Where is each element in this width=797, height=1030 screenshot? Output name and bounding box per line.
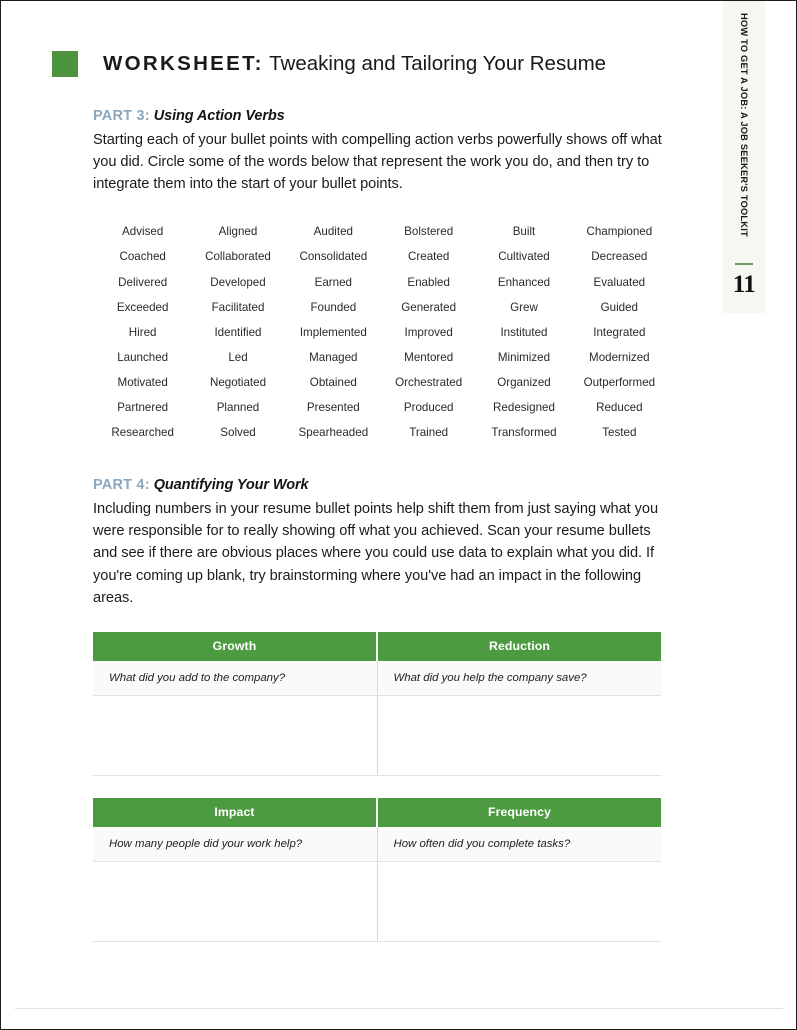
part-3-section: PART 3: Using Action Verbs Starting each… xyxy=(93,107,663,445)
page-number: 11 xyxy=(732,271,756,298)
action-verb[interactable]: Created xyxy=(381,244,476,269)
worksheet-page: HOW TO GET A JOB: A JOB SEEKER'S TOOLKIT… xyxy=(0,0,797,1030)
action-verb[interactable]: Founded xyxy=(286,295,381,320)
content-column: PART 3: Using Action Verbs Starting each… xyxy=(93,107,663,942)
action-verb[interactable]: Produced xyxy=(381,395,476,420)
action-verb[interactable]: Modernized xyxy=(572,345,667,370)
side-tab: HOW TO GET A JOB: A JOB SEEKER'S TOOLKIT… xyxy=(723,1,765,313)
action-verb[interactable]: Led xyxy=(190,345,285,370)
table-header-cell: Impact xyxy=(93,797,377,827)
action-verb[interactable]: Reduced xyxy=(572,395,667,420)
part-3-number: PART 3: xyxy=(93,108,150,124)
table-row xyxy=(93,695,661,776)
action-verb[interactable]: Managed xyxy=(286,345,381,370)
worksheet-label: WORKSHEET: xyxy=(103,51,264,75)
action-verb[interactable]: Earned xyxy=(286,270,381,295)
page-title: WORKSHEET: Tweaking and Tailoring Your R… xyxy=(103,51,607,75)
action-verb[interactable]: Orchestrated xyxy=(381,370,476,395)
action-verb[interactable]: Implemented xyxy=(286,320,381,345)
action-verb[interactable]: Organized xyxy=(476,370,571,395)
action-verb[interactable]: Bolstered xyxy=(381,219,476,244)
tab-divider-rule xyxy=(735,263,753,265)
action-verb[interactable]: Exceeded xyxy=(95,295,190,320)
action-verb[interactable]: Guided xyxy=(572,295,667,320)
action-verb[interactable]: Cultivated xyxy=(476,244,571,269)
action-verb[interactable]: Facilitated xyxy=(190,295,285,320)
action-verb[interactable]: Spearheaded xyxy=(286,420,381,445)
action-verb[interactable]: Aligned xyxy=(190,219,285,244)
action-verb[interactable]: Audited xyxy=(286,219,381,244)
page-header: WORKSHEET: Tweaking and Tailoring Your R… xyxy=(52,51,606,77)
action-verb[interactable]: Hired xyxy=(95,320,190,345)
action-verb[interactable]: Developed xyxy=(190,270,285,295)
action-verb[interactable]: Coached xyxy=(95,244,190,269)
table-header-cell: Growth xyxy=(93,631,377,661)
action-verb[interactable]: Redesigned xyxy=(476,395,571,420)
action-verb[interactable]: Obtained xyxy=(286,370,381,395)
table-header-row: Impact Frequency xyxy=(93,797,661,827)
table-answer-cell[interactable] xyxy=(376,695,661,776)
part-4-body: Including numbers in your resume bullet … xyxy=(93,501,659,606)
table-header-row: Growth Reduction xyxy=(93,631,661,661)
action-verb[interactable]: Evaluated xyxy=(572,270,667,295)
quantify-table-impact-frequency: Impact Frequency How many people did you… xyxy=(93,797,661,942)
part-3-heading: PART 3: Using Action Verbs xyxy=(93,107,663,126)
table-header-cell: Frequency xyxy=(376,797,661,827)
table-row xyxy=(93,861,661,942)
action-verb[interactable]: Grew xyxy=(476,295,571,320)
action-verb[interactable]: Solved xyxy=(190,420,285,445)
action-verb[interactable]: Presented xyxy=(286,395,381,420)
book-title-vertical: HOW TO GET A JOB: A JOB SEEKER'S TOOLKIT xyxy=(739,13,749,237)
action-verb[interactable]: Mentored xyxy=(381,345,476,370)
action-verb[interactable]: Decreased xyxy=(572,244,667,269)
action-verb[interactable]: Launched xyxy=(95,345,190,370)
action-verb-grid: Advised Aligned Audited Bolstered Built Champ… xyxy=(95,219,667,445)
action-verb[interactable]: Negotiated xyxy=(190,370,285,395)
action-verb[interactable]: Planned xyxy=(190,395,285,420)
action-verb[interactable]: Consolidated xyxy=(286,244,381,269)
action-verb[interactable]: Generated xyxy=(381,295,476,320)
table-prompt-cell: What did you help the company save? xyxy=(376,660,661,696)
action-verb[interactable]: Minimized xyxy=(476,345,571,370)
action-verb[interactable]: Researched xyxy=(95,420,190,445)
table-answer-cell[interactable] xyxy=(93,861,377,942)
quantify-table-growth-reduction: Growth Reduction What did you add to the… xyxy=(93,631,661,776)
table-prompt-cell: How many people did your work help? xyxy=(93,826,377,862)
part-4-title: Quantifying Your Work xyxy=(153,477,309,494)
action-verb[interactable]: Tested xyxy=(572,420,667,445)
green-square-icon xyxy=(52,51,78,77)
action-verb[interactable]: Built xyxy=(476,219,571,244)
action-verb[interactable]: Advised xyxy=(95,219,190,244)
table-row: What did you add to the company? What di… xyxy=(93,660,661,696)
table-answer-cell[interactable] xyxy=(93,695,377,776)
table-prompt-cell: What did you add to the company? xyxy=(93,660,377,696)
part-3-title: Using Action Verbs xyxy=(153,108,285,124)
action-verb[interactable]: Motivated xyxy=(95,370,190,395)
action-verb[interactable]: Outperformed xyxy=(572,370,667,395)
table-prompt-cell: How often did you complete tasks? xyxy=(376,826,661,862)
action-verb[interactable]: Identified xyxy=(190,320,285,345)
action-verb[interactable]: Instituted xyxy=(476,320,571,345)
action-verb[interactable]: Championed xyxy=(572,219,667,244)
table-row: How many people did your work help? How … xyxy=(93,826,661,862)
part-4-heading: PART 4: Quantifying Your Work xyxy=(93,476,663,495)
action-verb[interactable]: Integrated xyxy=(572,320,667,345)
action-verb[interactable]: Enhanced xyxy=(476,270,571,295)
table-answer-cell[interactable] xyxy=(376,861,661,942)
table-header-cell: Reduction xyxy=(376,631,661,661)
action-verb[interactable]: Improved xyxy=(381,320,476,345)
part-3-body: Starting each of your bullet points with… xyxy=(93,131,662,193)
action-verb[interactable]: Trained xyxy=(381,420,476,445)
action-verb[interactable]: Partnered xyxy=(95,395,190,420)
worksheet-title: Tweaking and Tailoring Your Resume xyxy=(263,51,607,75)
part-4-number: PART 4: xyxy=(93,477,150,494)
action-verb[interactable]: Transformed xyxy=(476,420,571,445)
part-4-section: PART 4: Quantifying Your Work Including … xyxy=(93,476,663,942)
footer-divider xyxy=(15,1008,783,1009)
action-verb[interactable]: Delivered xyxy=(95,270,190,295)
action-verb[interactable]: Collaborated xyxy=(190,244,285,269)
action-verb[interactable]: Enabled xyxy=(381,270,476,295)
